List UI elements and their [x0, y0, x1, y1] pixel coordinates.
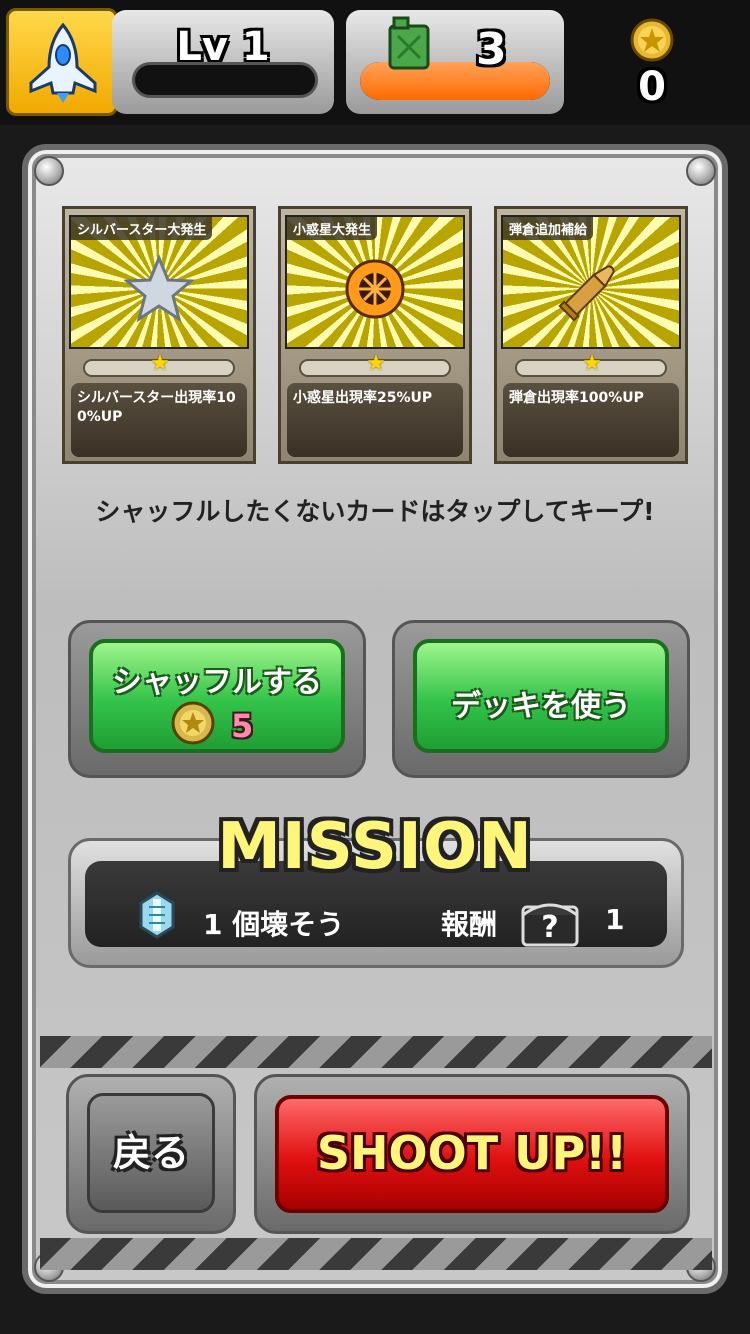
card-asteroid[interactable]: 小惑星大発生 ★ 小惑星出現率25%UP — [278, 206, 472, 464]
top-hud: Lv 1 3 0 — [0, 0, 750, 125]
level-panel: Lv 1 — [112, 10, 334, 114]
back-button[interactable]: 戻る — [87, 1093, 215, 1213]
fuel-can-icon — [388, 16, 430, 70]
card-description: 小惑星出現率25%UP — [287, 383, 463, 457]
crystal-icon — [139, 891, 175, 939]
card-art: シルバースター大発生 — [69, 215, 249, 349]
shuffle-button-frame: シャッフルする 5 — [68, 620, 366, 778]
mystery-chest-icon: ? — [521, 903, 579, 947]
star-coin-icon — [171, 701, 215, 745]
card-art: 弾倉追加補給 — [501, 215, 681, 349]
coin-count: 0 — [638, 64, 666, 110]
mission-title: MISSION — [217, 810, 533, 884]
rivet — [34, 156, 64, 186]
bullet-icon — [558, 264, 615, 322]
card-silver-star[interactable]: シルバースター大発生 ★ シルバースター出現率100%UP — [62, 206, 256, 464]
svg-text:?: ? — [541, 910, 558, 945]
rarity-star-icon: ★ — [150, 351, 170, 376]
use-deck-label: デッキを使う — [451, 689, 631, 724]
keep-hint-text: シャッフルしたくないカードはタップしてキープ! — [95, 497, 655, 526]
rocket-icon — [29, 22, 97, 103]
reward-count: 1 — [605, 903, 625, 936]
shuffle-cost: 5 — [231, 707, 254, 745]
star-coin-icon — [630, 18, 674, 62]
back-button-frame: 戻る — [66, 1074, 236, 1234]
card-setup-panel: シルバースター大発生 ★ シルバースター出現率100%UP 小惑星大発生 ★ 小… — [22, 144, 728, 1294]
xp-bar — [132, 62, 318, 98]
mission-objective: 1 個壊そう — [203, 908, 345, 941]
fuel-count: 3 — [476, 24, 507, 75]
fuel-panel[interactable]: 3 — [346, 10, 564, 114]
shuffle-label: シャッフルする — [112, 665, 322, 700]
card-title: 弾倉追加補給 — [503, 217, 594, 240]
card-title: 小惑星大発生 — [287, 217, 378, 240]
card-magazine[interactable]: 弾倉追加補給 ★ 弾倉出現率100%UP — [494, 206, 688, 464]
shoot-up-button[interactable]: SHOOT UP!! — [275, 1095, 669, 1213]
card-art: 小惑星大発生 — [285, 215, 465, 349]
card-description: 弾倉出現率100%UP — [503, 383, 679, 457]
hazard-stripe — [40, 1238, 712, 1270]
rarity-star-icon: ★ — [366, 351, 386, 376]
silver-star-icon — [124, 253, 194, 322]
asteroid-icon — [345, 259, 405, 318]
shoot-button-frame: SHOOT UP!! — [254, 1074, 690, 1234]
ship-select-button[interactable] — [6, 8, 118, 116]
card-title: シルバースター大発生 — [71, 217, 213, 240]
card-description: シルバースター出現率100%UP — [71, 383, 247, 457]
deck-button-frame: デッキを使う — [392, 620, 690, 778]
reward-label: 報酬 — [441, 908, 498, 941]
rivet — [686, 156, 716, 186]
use-deck-button[interactable]: デッキを使う — [413, 639, 669, 753]
hazard-stripe — [40, 1036, 712, 1068]
rarity-star-icon: ★ — [582, 351, 602, 376]
shuffle-button[interactable]: シャッフルする 5 — [89, 639, 345, 753]
